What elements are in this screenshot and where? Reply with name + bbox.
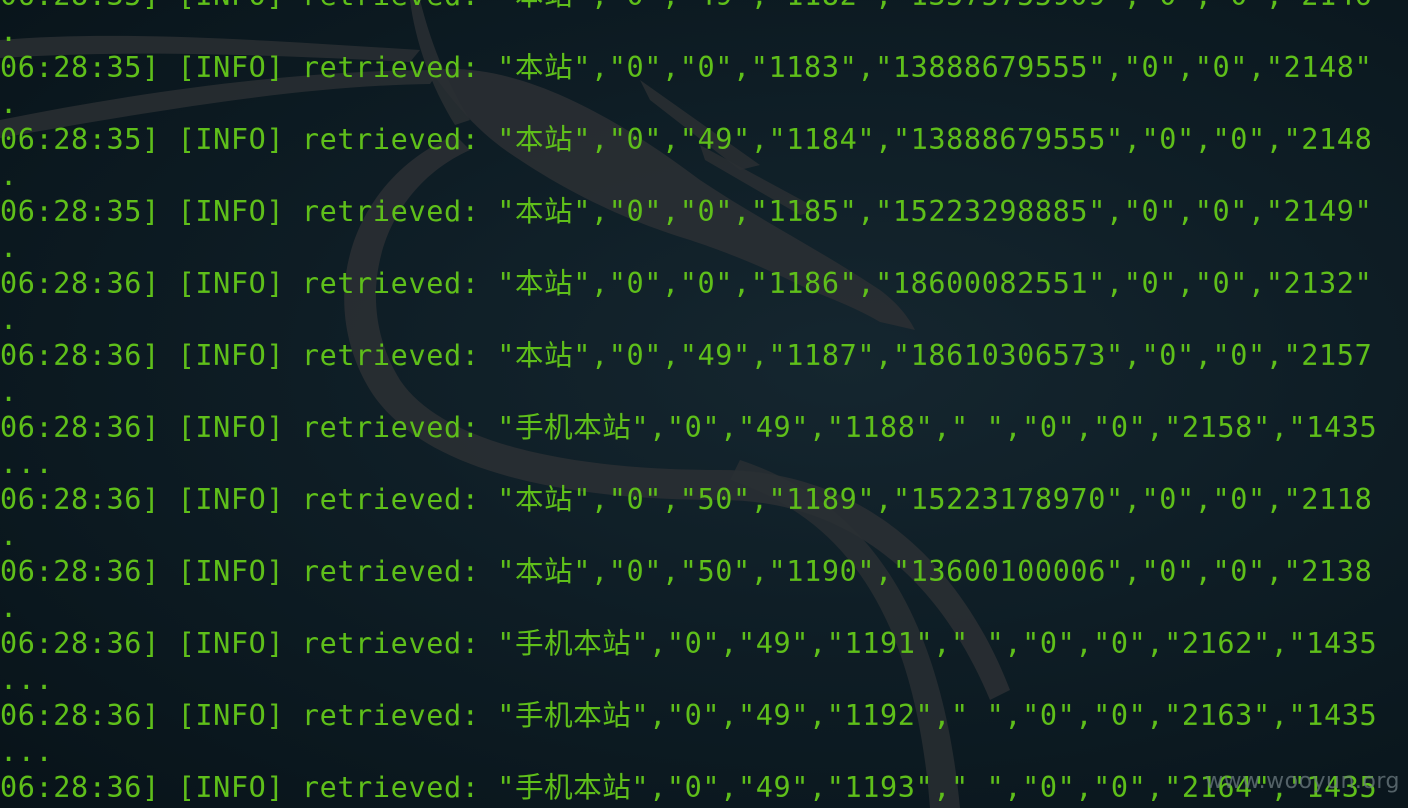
- log-line: 06:28:36] [INFO] retrieved: "手机本站","0","…: [0, 411, 1378, 444]
- log-line: 06:28:35] [INFO] retrieved: "本站","0","49…: [0, 0, 1377, 14]
- log-line: 06:28:35] [INFO] retrieved: "本站","0","0"…: [0, 51, 1373, 84]
- terminal-window[interactable]: 06:28:35] [INFO] retrieved: "本站","0","49…: [0, 0, 1408, 808]
- continuation-line: ...: [0, 663, 54, 696]
- terminal-output[interactable]: 06:28:35] [INFO] retrieved: "本站","0","49…: [0, 0, 1377, 806]
- watermark: www.wooyun.org: [1205, 769, 1400, 794]
- continuation-line: .: [0, 159, 18, 192]
- log-line: 06:28:36] [INFO] retrieved: "本站","0","0"…: [0, 267, 1373, 300]
- continuation-line: ...: [0, 735, 54, 768]
- continuation-line: .: [0, 15, 18, 48]
- log-line: 06:28:36] [INFO] retrieved: "手机本站","0","…: [0, 699, 1378, 732]
- log-line: 06:28:36] [INFO] retrieved: "本站","0","50…: [0, 555, 1373, 588]
- continuation-line: .: [0, 231, 18, 264]
- continuation-line: .: [0, 375, 18, 408]
- log-line: 06:28:36] [INFO] retrieved: "手机本站","0","…: [0, 627, 1378, 660]
- log-line: 06:28:35] [INFO] retrieved: "本站","0","0"…: [0, 195, 1373, 228]
- log-line: 06:28:36] [INFO] retrieved: "本站","0","50…: [0, 483, 1373, 516]
- continuation-line: .: [0, 519, 18, 552]
- log-line: 06:28:36] [INFO] retrieved: "本站","0","49…: [0, 339, 1373, 372]
- log-line: 06:28:35] [INFO] retrieved: "本站","0","49…: [0, 123, 1373, 156]
- continuation-line: .: [0, 303, 18, 336]
- continuation-line: .: [0, 591, 18, 624]
- log-line: 06:28:36] [INFO] retrieved: "手机本站","0","…: [0, 771, 1378, 804]
- continuation-line: ...: [0, 447, 54, 480]
- continuation-line: .: [0, 87, 18, 120]
